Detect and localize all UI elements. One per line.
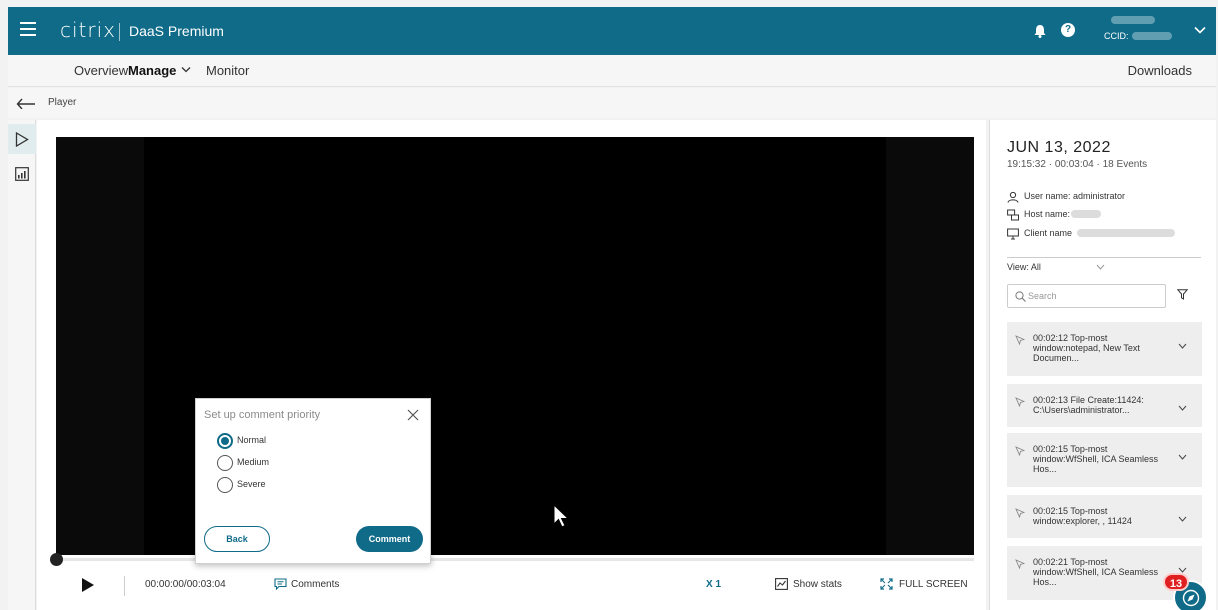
speed-button[interactable]: X 1 [706, 579, 721, 590]
chevron-down-icon[interactable] [1178, 516, 1187, 522]
comments-button[interactable]: Comments [291, 579, 339, 590]
video-frame[interactable] [56, 137, 974, 555]
user-icon [1007, 191, 1019, 203]
user-menu[interactable]: CCID: [1095, 11, 1179, 49]
chevron-down-icon[interactable] [181, 66, 191, 74]
hamburger-menu-icon[interactable] [20, 22, 36, 36]
show-stats-button[interactable]: Show stats [793, 579, 842, 590]
breadcrumb-label: Player [48, 97, 77, 108]
play-outline-icon [15, 132, 29, 147]
player-area: 00:00:00/00:03:04 Comments X 1 Show stat… [37, 120, 986, 610]
nav-manage[interactable]: Manage [128, 63, 176, 78]
dialog-title: Set up comment priority [204, 409, 321, 421]
session-details-panel: JUN 13, 2022 19:15:32 · 00:03:04 · 18 Ev… [989, 120, 1216, 610]
product-name: DaaS Premium [129, 23, 224, 39]
radio-medium[interactable] [217, 455, 233, 471]
mouse-cursor-icon [553, 504, 570, 528]
event-text: 00:02:13 File Create:11424: C:\Users\adm… [1033, 395, 1144, 415]
chevron-down-icon[interactable] [1178, 454, 1187, 460]
chevron-down-icon[interactable] [1194, 24, 1206, 36]
event-text: 00:02:21 Top-most window:WfShell, ICA Se… [1033, 557, 1159, 587]
event-item[interactable]: 00:02:15 Top-most window:explorer, , 114… [1007, 495, 1202, 538]
filter-icon[interactable] [1177, 289, 1188, 300]
header-separator [119, 23, 120, 41]
search-icon [1015, 291, 1026, 302]
ccid-redacted [1132, 32, 1172, 40]
option-label: Medium [237, 457, 270, 467]
chart-icon [15, 167, 29, 181]
time-display: 00:00:00/00:03:04 [145, 579, 226, 590]
view-divider [1007, 257, 1201, 258]
player-tab[interactable] [8, 124, 36, 154]
search-input[interactable] [1028, 289, 1158, 303]
full-screen-button[interactable]: FULL SCREEN [899, 579, 968, 590]
notification-count-badge: 13 [1163, 573, 1189, 591]
comment-button[interactable]: Comment [356, 526, 423, 552]
stats-tab[interactable] [8, 160, 36, 188]
host-name: Host name: [1024, 209, 1071, 219]
event-item[interactable]: 00:02:12 Top-most window:notepad, New Te… [1007, 322, 1202, 376]
close-icon[interactable] [407, 409, 419, 421]
top-bar: citrix DaaS Premium ? CCID: [8, 7, 1216, 55]
event-text: 00:02:15 Top-most window:WfShell, ICA Se… [1033, 444, 1159, 474]
view-filter[interactable]: View: All [1007, 262, 1041, 272]
user-name: User name: administrator [1024, 191, 1126, 201]
timeline-track[interactable] [50, 553, 974, 566]
host-name-redacted [1071, 210, 1101, 218]
app-root: citrix DaaS Premium ? CCID: Overview Man… [0, 0, 1218, 610]
cursor-icon [1015, 446, 1025, 456]
back-button[interactable]: Back [204, 526, 270, 552]
priority-option-medium[interactable]: Medium [217, 455, 377, 473]
option-label: Normal [237, 435, 267, 445]
citrix-logo[interactable]: citrix [60, 18, 116, 42]
cursor-icon [1015, 397, 1025, 407]
chevron-down-icon[interactable] [1096, 264, 1105, 270]
timeline-knob[interactable] [50, 553, 63, 566]
priority-option-severe[interactable]: Severe [217, 477, 377, 495]
breadcrumb: Player [8, 88, 1216, 118]
nav-downloads[interactable]: Downloads [1128, 63, 1192, 78]
user-name-redacted [1111, 16, 1155, 24]
compass-icon [1182, 589, 1200, 607]
event-search[interactable] [1007, 284, 1166, 308]
client-name-redacted [1077, 229, 1175, 237]
bell-icon[interactable] [1032, 23, 1048, 39]
chevron-down-icon[interactable] [1178, 343, 1187, 349]
session-date: JUN 13, 2022 [1007, 139, 1111, 156]
comment-icon[interactable] [274, 578, 287, 590]
cursor-icon [1015, 335, 1025, 345]
back-arrow-icon[interactable] [16, 97, 36, 109]
stats-icon[interactable] [775, 578, 788, 590]
session-meta: 19:15:32 · 00:03:04 · 18 Events [1007, 159, 1148, 170]
chevron-down-icon[interactable] [1178, 405, 1187, 411]
ccid-label: CCID: [1104, 31, 1129, 41]
host-icon [1007, 209, 1019, 221]
nav-overview[interactable]: Overview [74, 63, 128, 78]
radio-severe[interactable] [217, 477, 233, 493]
cursor-icon [1015, 559, 1025, 569]
comment-priority-dialog: Set up comment priority Normal Medium Se… [195, 398, 431, 564]
left-rail [8, 120, 36, 610]
event-item[interactable]: 00:02:13 File Create:11424: C:\Users\adm… [1007, 384, 1202, 427]
client-name: Client name [1024, 228, 1073, 238]
help-icon[interactable]: ? [1061, 23, 1075, 37]
monitor-icon [1007, 228, 1019, 240]
option-label: Severe [237, 479, 266, 489]
event-text: 00:02:12 Top-most window:notepad, New Te… [1033, 333, 1140, 363]
nav-monitor[interactable]: Monitor [206, 63, 249, 78]
player-controls: 00:00:00/00:03:04 Comments X 1 Show stat… [56, 572, 974, 604]
controls-divider [124, 576, 125, 596]
full-screen-icon[interactable] [880, 578, 893, 590]
cursor-icon [1015, 508, 1025, 518]
priority-option-normal[interactable]: Normal [217, 433, 377, 451]
main-nav: Overview Manage Monitor Downloads [8, 55, 1216, 87]
event-text: 00:02:15 Top-most window:explorer, , 114… [1033, 506, 1132, 526]
play-icon[interactable] [81, 577, 95, 593]
event-item[interactable]: 00:02:15 Top-most window:WfShell, ICA Se… [1007, 433, 1202, 487]
radio-normal[interactable] [217, 433, 233, 449]
